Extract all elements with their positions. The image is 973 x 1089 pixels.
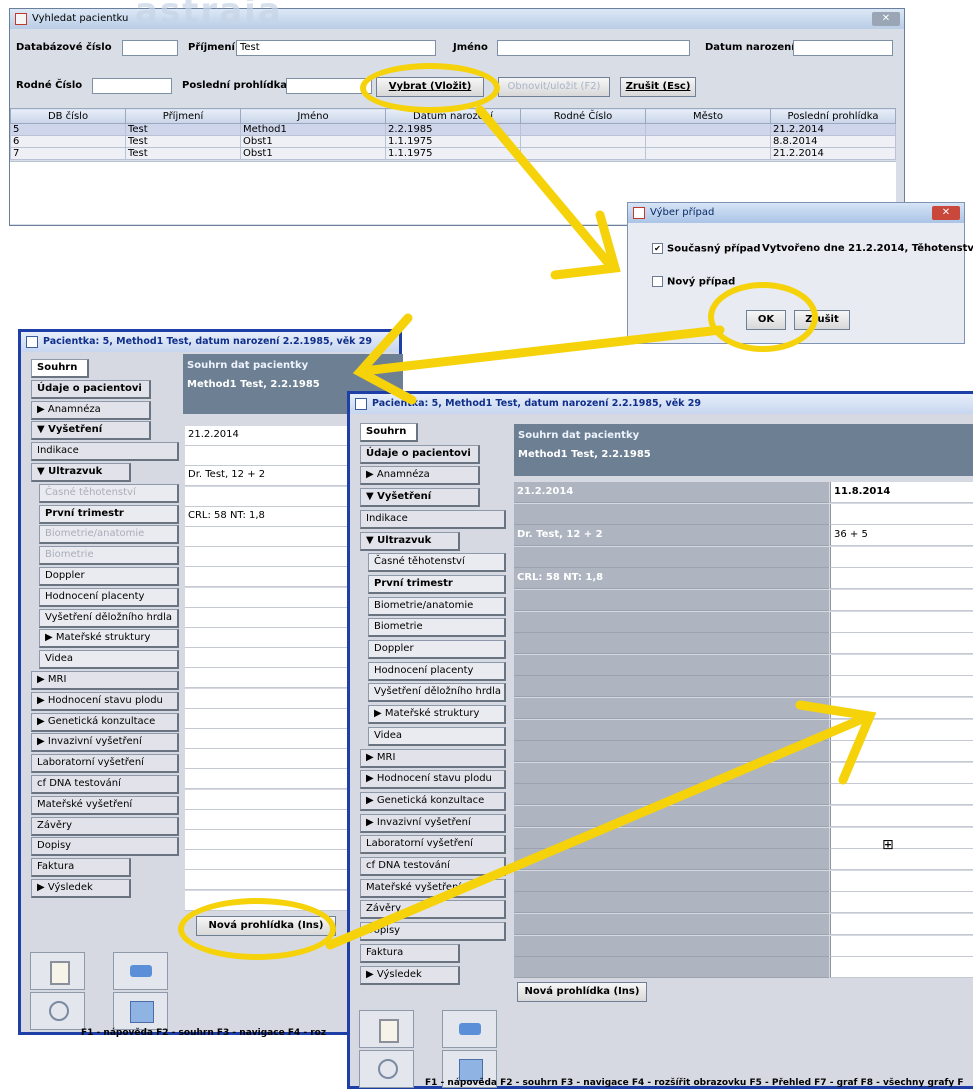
highlight-ok-button (708, 282, 818, 352)
arrow-dialog-to-window (367, 325, 725, 375)
arrow-head-dialog (550, 210, 621, 280)
arrow-button-to-exam (325, 715, 865, 950)
arrow-search-to-dialog (475, 105, 615, 270)
highlight-new-exam-button (178, 898, 336, 960)
highlight-select-button (360, 63, 500, 113)
annotation-arrows (325, 105, 877, 950)
arrow-head-window (352, 313, 417, 405)
